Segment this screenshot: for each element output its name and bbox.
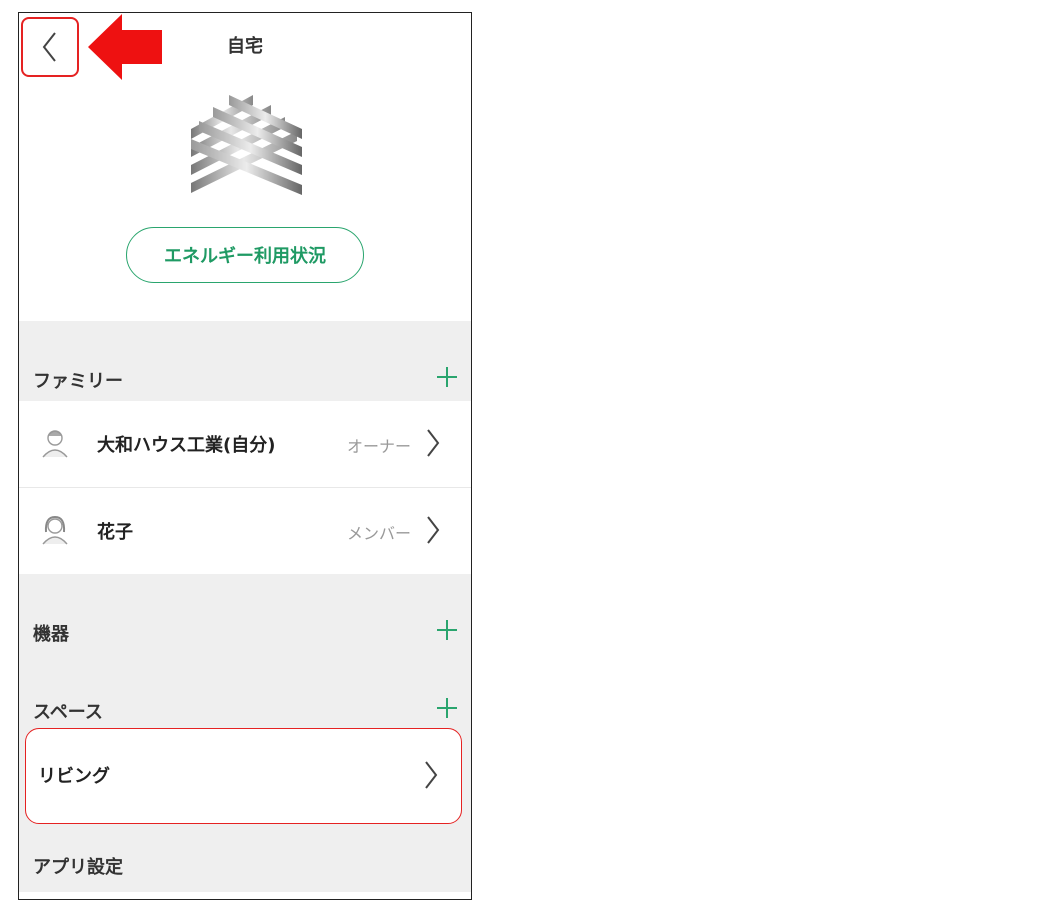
add-device-plus-icon[interactable] — [435, 618, 459, 642]
family-section-label: ファミリー — [33, 371, 123, 392]
space-name: リビング — [38, 766, 110, 787]
chevron-right-icon — [425, 761, 438, 789]
add-space-plus-icon[interactable] — [435, 696, 459, 720]
space-item-living[interactable]: リビング — [25, 728, 462, 824]
app-settings-label[interactable]: アプリ設定 — [33, 853, 123, 879]
member-role: メンバー — [346, 524, 411, 543]
chevron-right-icon — [427, 516, 440, 544]
family-section-header: ファミリー — [19, 321, 471, 401]
red-arrow-annotation — [88, 14, 162, 80]
devices-section-label: 機器 — [33, 624, 69, 645]
family-member-row[interactable]: 大和ハウス工業(自分) オーナー — [19, 401, 471, 487]
family-member-row[interactable]: 花子 メンバー — [19, 488, 471, 574]
add-family-plus-icon[interactable] — [435, 365, 459, 389]
member-name: 大和ハウス工業(自分) — [97, 435, 276, 456]
member-role: オーナー — [346, 437, 411, 456]
energy-usage-button[interactable]: エネルギー利用状況 — [126, 227, 364, 283]
phone-screen: 自宅 エネルギー利用状況 ファミリー 大和ハウス工業(自分) オーナー 花子 メ… — [18, 12, 472, 900]
user-avatar-icon — [42, 515, 68, 545]
user-avatar-icon — [42, 430, 68, 458]
woven-house-logo — [191, 95, 302, 195]
spaces-section-label: スペース — [33, 702, 103, 723]
chevron-right-icon — [427, 429, 440, 457]
member-name: 花子 — [97, 522, 133, 543]
